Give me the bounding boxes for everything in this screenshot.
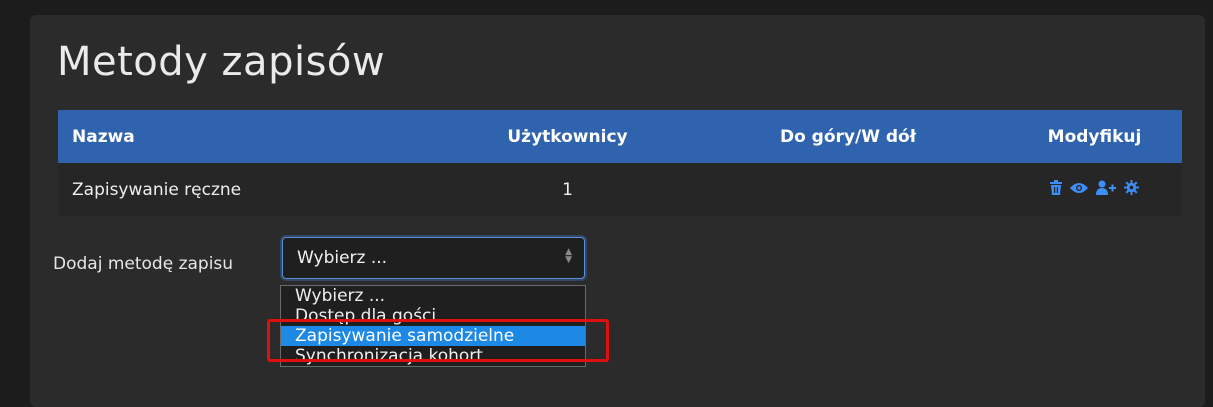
eye-icon[interactable] [1070,181,1088,197]
select-value: Wybierz ... [297,248,388,268]
add-method-label: Dodaj metodę zapisu [53,254,234,274]
users-count-cell: 1 [446,163,689,216]
main-panel: Metody zapisów Nazwa Użytkownicy Do góry… [30,15,1205,407]
column-header-updown: Do góry/W dół [689,110,1007,163]
column-header-modify: Modyfikuj [1007,110,1182,163]
modify-cell [1007,163,1182,216]
table-row: Zapisywanie ręczne 1 [58,163,1182,216]
updown-cell [689,163,1007,216]
add-method-select[interactable]: Wybierz ... ▲ ▼ [282,237,585,279]
gear-icon[interactable] [1124,179,1139,198]
column-header-users[interactable]: Użytkownicy [446,110,689,163]
trash-icon[interactable] [1050,179,1062,198]
page-title: Metody zapisów [57,39,386,85]
enrolment-methods-table: Nazwa Użytkownicy Do góry/W dół Modyfiku… [58,110,1182,216]
modify-icons [1050,179,1139,198]
add-user-icon[interactable] [1096,180,1116,198]
select-arrows-icon: ▲ ▼ [565,247,572,265]
table-header-row: Nazwa Użytkownicy Do góry/W dół Modyfiku… [58,110,1182,163]
method-name-cell: Zapisywanie ręczne [58,163,446,216]
column-header-name[interactable]: Nazwa [58,110,446,163]
option-choose[interactable]: Wybierz ... [281,286,585,306]
highlight-box [267,319,609,362]
